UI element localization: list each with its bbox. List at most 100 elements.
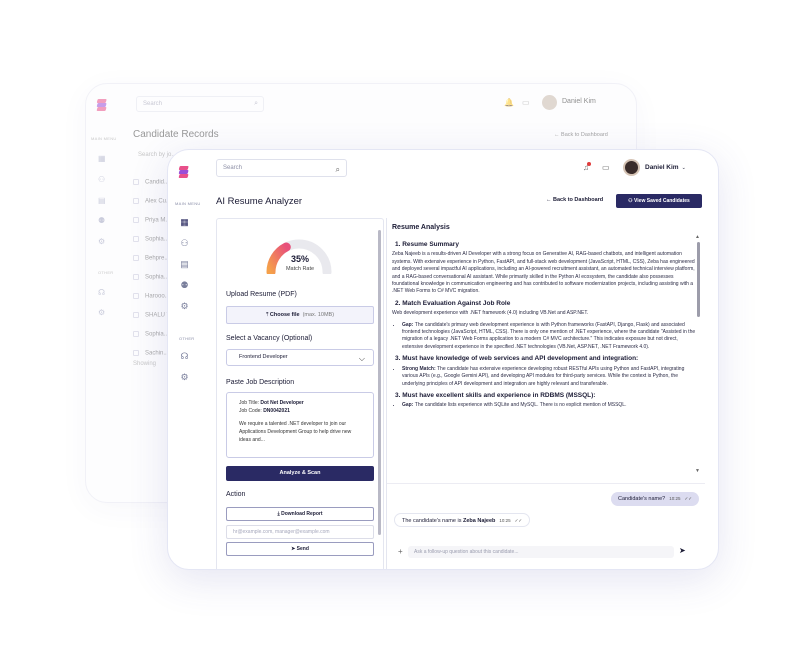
- sidebar: MAIN MENU ▦ ⚇ ▤ ⚉ ⚙ OTHER ☊ ⚙: [168, 150, 201, 569]
- vacancy-select[interactable]: Frontend Developer ⌵: [226, 349, 374, 366]
- row-text: Harooo...: [145, 293, 170, 300]
- section-text: Web development experience with .NET fra…: [392, 310, 589, 317]
- scroll-up-icon[interactable]: ▲: [695, 234, 700, 240]
- table-row[interactable]: Priya M...: [133, 217, 170, 224]
- row-checkbox[interactable]: [133, 312, 139, 318]
- row-text: Sophia...: [145, 236, 169, 243]
- support-icon[interactable]: ☊: [179, 351, 190, 362]
- download-report-button[interactable]: ⤓ Download Report: [226, 507, 374, 521]
- bell-icon[interactable]: ♫: [583, 162, 591, 172]
- support-icon[interactable]: ☊: [98, 288, 105, 297]
- job-description-label: Paste Job Description: [226, 379, 295, 386]
- left-panel-scrollbar[interactable]: [378, 230, 381, 535]
- menu-label: MAIN MENU: [91, 136, 117, 141]
- table-row[interactable]: Candid...: [133, 179, 169, 186]
- user-message: Candidate's name? 10:25 ✓✓: [611, 492, 700, 506]
- read-check-icon: ✓✓: [514, 518, 523, 523]
- row-checkbox[interactable]: [133, 198, 139, 204]
- email-recipients-input[interactable]: hr@example.com, manager@example.com: [226, 525, 374, 539]
- page-title: AI Resume Analyzer: [216, 196, 303, 207]
- row-checkbox[interactable]: [133, 217, 139, 223]
- search-input[interactable]: Search ⌕: [216, 159, 347, 177]
- section-title: 1. Resume Summary: [395, 241, 459, 248]
- other-label: OTHER: [179, 336, 195, 341]
- job-description-textarea[interactable]: Job Title: Dot Net Developer Job Code: D…: [226, 392, 374, 458]
- section-list: Gap: The candidate lists experience with…: [392, 402, 696, 409]
- table-row[interactable]: Sophia...: [133, 274, 169, 281]
- chat-icon[interactable]: ▭: [602, 163, 610, 172]
- table-row[interactable]: Behpre...: [133, 255, 169, 262]
- notification-dot: [587, 162, 591, 166]
- chat-input[interactable]: Ask a follow-up question about this cand…: [408, 546, 674, 558]
- choose-file-button[interactable]: ⤒ Choose file (max. 10MB): [226, 306, 374, 324]
- back-to-dashboard-link[interactable]: ← Back to Dashboard: [546, 197, 603, 203]
- search-icon: ⌕: [335, 165, 340, 174]
- bot-message: The candidate's name is Zeba Najeeb 10:25…: [394, 513, 531, 527]
- match-rate-value: 35%: [290, 254, 309, 264]
- row-checkbox[interactable]: [133, 293, 139, 299]
- row-checkbox[interactable]: [133, 331, 139, 337]
- dashboard-icon[interactable]: ▦: [179, 217, 190, 228]
- table-row[interactable]: Harooo...: [133, 293, 170, 300]
- avatar[interactable]: [623, 159, 640, 176]
- send-button[interactable]: ➤ Send: [226, 542, 374, 556]
- table-row[interactable]: Sachin...: [133, 350, 168, 357]
- row-checkbox[interactable]: [133, 236, 139, 242]
- upload-resume-label: Upload Resume (PDF): [226, 291, 297, 298]
- back-link[interactable]: ← Back to Dashboard: [554, 132, 608, 138]
- row-checkbox[interactable]: [133, 255, 139, 261]
- gear-icon[interactable]: ⚙: [179, 372, 190, 383]
- app-logo-icon: [96, 99, 107, 111]
- group-icon[interactable]: ⚉: [179, 280, 190, 291]
- action-label: Action: [226, 491, 246, 498]
- bell-icon[interactable]: 🔔: [504, 98, 514, 107]
- row-checkbox[interactable]: [133, 274, 139, 280]
- user-menu[interactable]: Daniel Kim ⌄: [645, 164, 686, 171]
- section-list: Gap: The candidate's primary web develop…: [392, 322, 696, 352]
- search-icon: ⌕: [254, 100, 258, 107]
- table-row[interactable]: Sophia...: [133, 331, 169, 338]
- plus-icon[interactable]: +: [398, 547, 403, 556]
- row-checkbox[interactable]: [133, 179, 139, 185]
- row-text: Sophia...: [145, 331, 169, 338]
- menu-label: MAIN MENU: [175, 201, 201, 206]
- table-row[interactable]: Alex Cu...: [133, 198, 171, 205]
- analysis-scrollbar[interactable]: [697, 242, 700, 317]
- table-row[interactable]: Sophia...: [133, 236, 169, 243]
- arrow-left-icon: ←: [546, 197, 554, 203]
- row-text: Sachin...: [145, 350, 169, 357]
- chevron-down-icon: ⌄: [681, 165, 686, 171]
- avatar[interactable]: [542, 95, 557, 110]
- row-checkbox[interactable]: [133, 350, 139, 356]
- users-icon[interactable]: ⚇: [98, 175, 105, 184]
- search-input[interactable]: Search ⌕: [136, 96, 264, 112]
- section-title: 3. Must have knowledge of web services a…: [395, 355, 639, 363]
- chat-icon[interactable]: ▭: [522, 98, 530, 107]
- vacancy-label: Select a Vacancy (Optional): [226, 335, 313, 342]
- gear-icon[interactable]: ⚙: [98, 308, 105, 317]
- section-list: Strong Match: The candidate has extensiv…: [392, 366, 696, 388]
- chevron-down-icon: ⌵: [358, 354, 365, 363]
- list-item: Strong Match: The candidate has extensiv…: [402, 366, 696, 388]
- list-item: Gap: The candidate's primary web develop…: [402, 322, 696, 352]
- document-icon[interactable]: ▤: [179, 259, 190, 270]
- app-logo-icon: [178, 166, 189, 178]
- divider: [387, 483, 705, 484]
- section-title: 2. Match Evaluation Against Job Role: [395, 299, 511, 307]
- view-saved-candidates-button[interactable]: ⚇ View Saved Candidates: [616, 194, 702, 208]
- users-icon[interactable]: ⚇: [179, 238, 190, 249]
- section-text: Zeba Najeeb is a results-driven AI Devel…: [392, 251, 695, 295]
- group-icon[interactable]: ⚉: [98, 216, 105, 225]
- read-check-icon: ✓✓: [684, 496, 693, 501]
- scroll-down-icon[interactable]: ▼: [695, 468, 700, 474]
- settings-icon[interactable]: ⚙: [179, 301, 190, 312]
- analyze-scan-button[interactable]: Analyze & Scan: [226, 466, 374, 481]
- user-name: Daniel Kim: [562, 98, 596, 105]
- document-icon[interactable]: ▤: [98, 196, 106, 205]
- resume-analysis-content: 1. Resume Summary Zeba Najeeb is a resul…: [392, 238, 696, 478]
- main-window: MAIN MENU ▦ ⚇ ▤ ⚉ ⚙ OTHER ☊ ⚙ Search ⌕ ♫…: [167, 149, 719, 570]
- dashboard-icon[interactable]: ▦: [98, 154, 106, 163]
- settings-icon[interactable]: ⚙: [98, 237, 105, 246]
- section-title: 3. Must have excellent skills and experi…: [395, 391, 596, 399]
- send-icon[interactable]: ➤: [679, 546, 686, 555]
